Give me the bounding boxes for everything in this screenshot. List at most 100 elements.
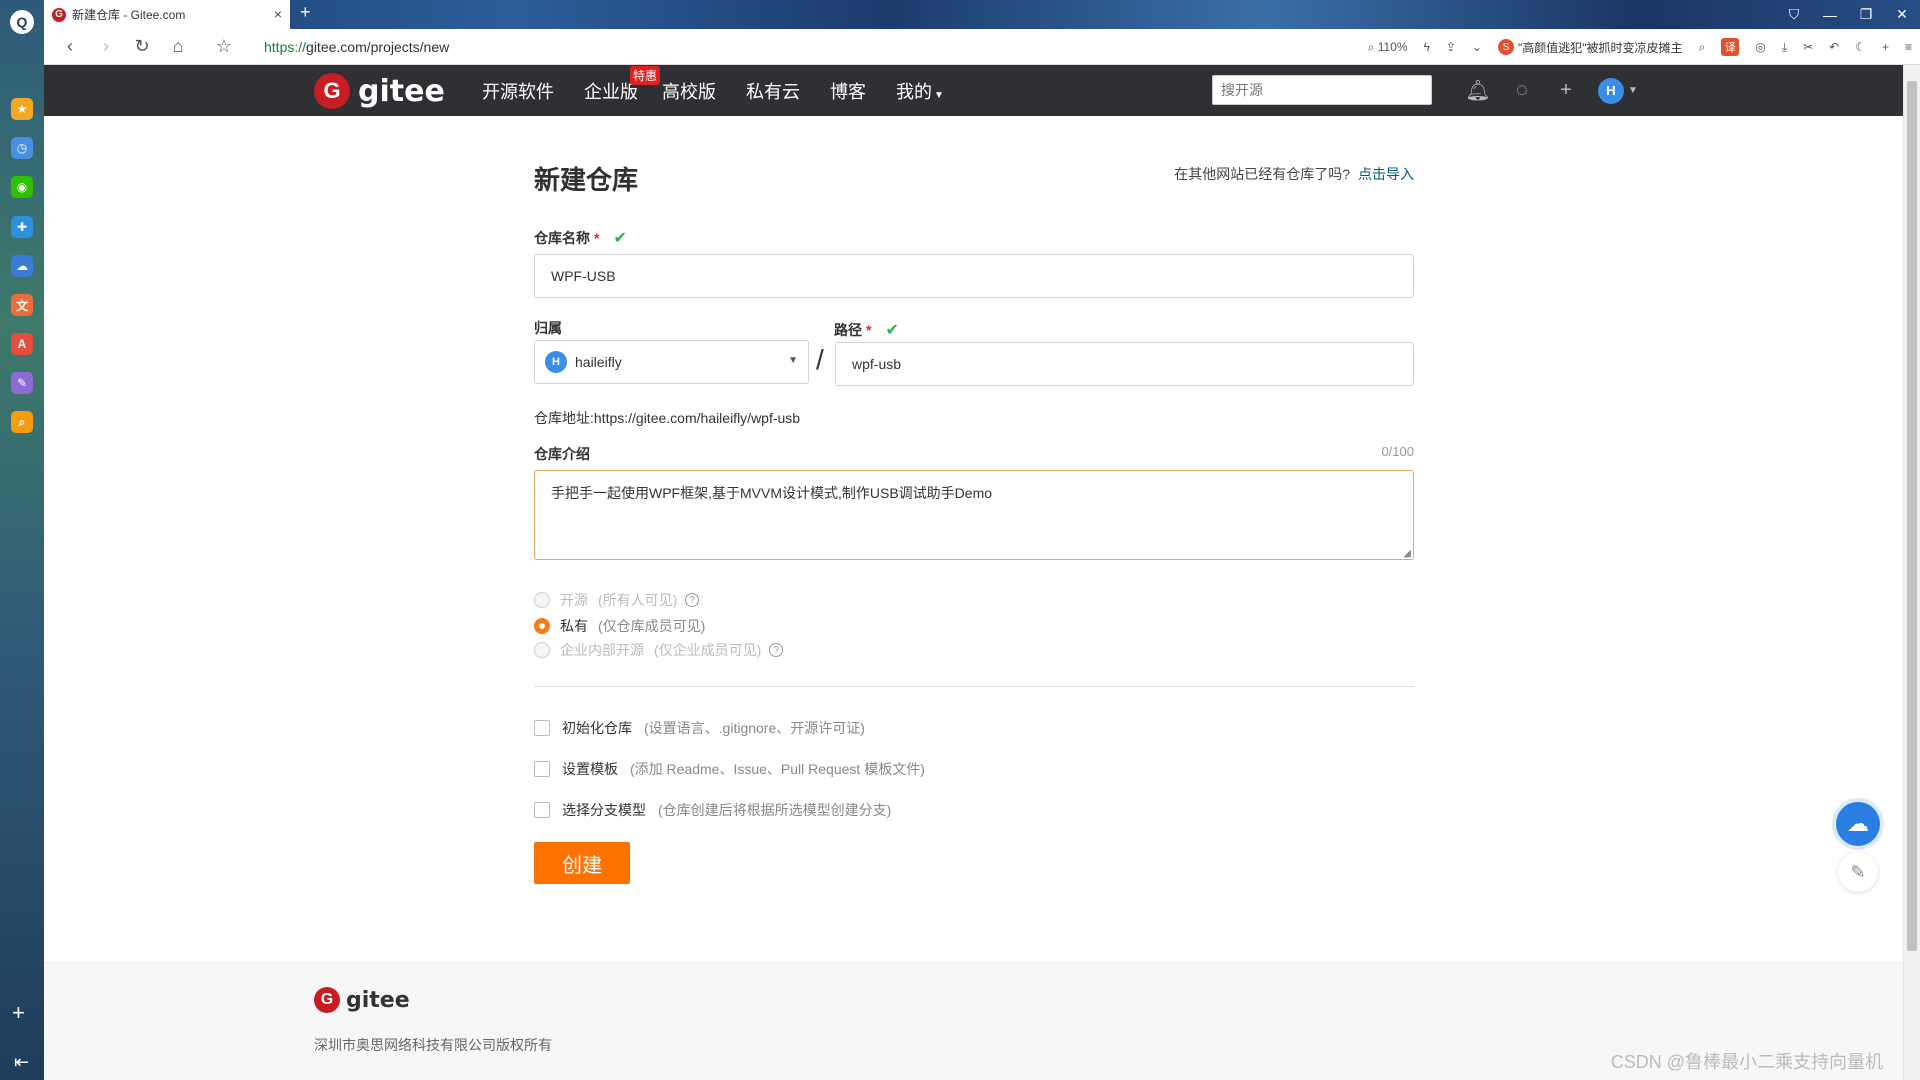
download-icon[interactable]: ⤓ xyxy=(1782,40,1787,55)
radio-private-note: (仅仓库成员可见) xyxy=(598,618,706,634)
description-label-row: 仓库介绍 0/100 xyxy=(534,444,1414,464)
repo-name-label-text: 仓库名称 xyxy=(534,230,590,246)
checkbox-branch-model[interactable] xyxy=(534,802,550,818)
history-icon[interactable]: ◷ xyxy=(11,137,33,159)
new-tab-icon[interactable]: + xyxy=(300,2,311,23)
owner-avatar: H xyxy=(545,351,567,373)
nav-enterprise[interactable]: 企业版 特惠 xyxy=(584,65,660,104)
add-sidebar-item-icon[interactable]: + xyxy=(12,1000,25,1026)
avatar-caret-icon[interactable]: ▼ xyxy=(1628,85,1638,96)
main-nav: 开源软件 企业版 特惠 高校版 私有云 博客 我的 ▼ xyxy=(482,65,974,116)
repo-name-input[interactable] xyxy=(534,254,1414,298)
wechat-icon[interactable]: ◉ xyxy=(11,176,33,198)
undo-icon[interactable]: ↶ xyxy=(1829,40,1839,54)
check-icon: ✔ xyxy=(613,230,627,247)
menu-icon[interactable]: ≡ xyxy=(1905,40,1912,54)
checkbox-template[interactable] xyxy=(534,761,550,777)
description-text: 手把手一起使用WPF框架,基于MVVM设计模式,制作USB调试助手Demo xyxy=(551,485,993,501)
news-ticker[interactable]: "高颜值逃犯"被抓时变凉皮摊主 xyxy=(1518,39,1683,56)
nav-education[interactable]: 高校版 xyxy=(662,78,716,104)
close-window-icon[interactable]: ✕ xyxy=(1884,0,1920,29)
add-icon[interactable]: + xyxy=(1882,40,1889,54)
gitee-logo[interactable]: G gitee xyxy=(314,73,445,109)
option-branch-model-label: 选择分支模型 xyxy=(562,802,646,818)
minimize-icon[interactable]: — xyxy=(1812,0,1848,29)
dropdown-arrow-icon: ▼ xyxy=(788,355,798,366)
option-init-repo[interactable]: 初始化仓库 (设置语言、.gitignore、开源许可证) xyxy=(534,718,865,738)
gitee-logo-icon: G xyxy=(314,73,350,109)
nav-mine[interactable]: 我的 ▼ xyxy=(896,78,944,104)
owner-select[interactable]: H haileifly ▼ xyxy=(534,340,809,384)
lightning-icon[interactable]: ϟ xyxy=(1424,40,1430,54)
nav-opensource[interactable]: 开源软件 xyxy=(482,78,554,104)
collapse-sidebar-icon[interactable]: ⇤ xyxy=(14,1052,29,1073)
back-icon[interactable]: ‹ xyxy=(52,36,88,57)
customer-service-icon[interactable]: ☁ xyxy=(1836,802,1880,846)
reload-icon[interactable]: ↻ xyxy=(124,36,160,57)
share-icon[interactable]: ⇪ xyxy=(1446,40,1456,54)
scroll-thumb[interactable] xyxy=(1907,81,1917,951)
path-input[interactable] xyxy=(835,342,1414,386)
required-mark: * xyxy=(594,230,600,246)
home-icon[interactable]: ⌂ xyxy=(160,36,196,57)
forward-icon[interactable]: › xyxy=(88,36,124,57)
site-search-input[interactable] xyxy=(1212,75,1432,105)
pdf-icon[interactable]: A xyxy=(11,333,33,355)
visibility-private[interactable]: 私有 (仅仓库成员可见) xyxy=(534,616,705,636)
shirt-icon[interactable]: ⛉ xyxy=(1776,0,1812,29)
description-counter: 0/100 xyxy=(1381,444,1414,459)
page-scrollbar[interactable] xyxy=(1903,65,1920,1080)
resize-handle-icon[interactable]: ◢ xyxy=(1403,548,1411,559)
gitee-logo-icon: G xyxy=(314,987,340,1013)
radio-public[interactable] xyxy=(534,592,550,608)
radio-public-label: 开源 xyxy=(560,592,588,608)
option-template[interactable]: 设置模板 (添加 Readme、Issue、Pull Request 模板文件) xyxy=(534,759,925,779)
close-tab-icon[interactable]: × xyxy=(274,6,282,22)
restore-icon[interactable]: ❐ xyxy=(1848,0,1884,29)
footer-logo[interactable]: G gitee xyxy=(314,987,410,1013)
cloud-icon[interactable]: ☁ xyxy=(11,255,33,277)
copyright: 深圳市奥思网络科技有限公司版权所有 xyxy=(314,1037,552,1053)
plus-icon[interactable]: + xyxy=(1544,79,1588,102)
favorites-icon[interactable]: ★ xyxy=(11,98,33,120)
search-engine-selector[interactable]: S "高颜值逃犯"被抓时变凉皮摊主 xyxy=(1498,39,1683,56)
radio-private[interactable] xyxy=(534,618,550,634)
radio-public-note: (所有人可见) xyxy=(598,592,678,608)
eye-icon[interactable]: ◎ xyxy=(1755,40,1765,54)
description-textarea[interactable]: 手把手一起使用WPF框架,基于MVVM设计模式,制作USB调试助手Demo ◢ xyxy=(534,470,1414,560)
create-button[interactable]: 创建 xyxy=(534,842,630,884)
bell-icon[interactable]: 🔔︎ xyxy=(1456,78,1500,103)
import-link[interactable]: 点击导入 xyxy=(1358,166,1414,182)
night-mode-icon[interactable]: ☾ xyxy=(1855,40,1866,54)
help-icon[interactable]: ? xyxy=(769,643,784,657)
caret-down-icon: ▼ xyxy=(934,89,944,101)
bookmark-star-icon[interactable]: ☆ xyxy=(206,36,242,57)
translate-badge[interactable]: 译 xyxy=(1721,38,1740,56)
nav-blog[interactable]: 博客 xyxy=(830,78,866,104)
zoom-indicator[interactable]: ⌕ 110% xyxy=(1368,40,1408,55)
divider xyxy=(534,686,1414,687)
visibility-internal[interactable]: 企业内部开源 (仅企业成员可见) ? xyxy=(534,640,784,660)
url-field[interactable]: https://gitee.com/projects/new xyxy=(264,39,1164,55)
lightbulb-icon[interactable]: ◌ xyxy=(1500,79,1544,102)
option-branch-model[interactable]: 选择分支模型 (仓库创建后将根据所选模型创建分支) xyxy=(534,800,891,820)
feedback-edit-icon[interactable]: ✎ xyxy=(1838,852,1878,892)
translate-icon[interactable]: 文 xyxy=(11,294,33,316)
search-icon[interactable]: ⌕ xyxy=(1699,40,1706,55)
app-icon[interactable]: ✚ xyxy=(11,216,33,238)
help-icon[interactable]: ? xyxy=(685,593,700,607)
search-app-icon[interactable]: ⌕ xyxy=(11,411,33,433)
browser-logo-icon[interactable]: Q xyxy=(10,10,34,34)
radio-internal[interactable] xyxy=(534,642,550,658)
option-branch-model-note: (仓库创建后将根据所选模型创建分支) xyxy=(658,802,892,818)
checkbox-init-repo[interactable] xyxy=(534,720,550,736)
dropdown-icon[interactable]: ⌄ xyxy=(1472,40,1482,54)
scissors-icon[interactable]: ✂ xyxy=(1803,40,1813,54)
visibility-public[interactable]: 开源 (所有人可见) ? xyxy=(534,590,700,610)
nav-private-cloud[interactable]: 私有云 xyxy=(746,78,800,104)
avatar[interactable]: H xyxy=(1598,77,1624,104)
zoom-icon: ⌕ xyxy=(1367,39,1375,54)
import-tip: 在其他网站已经有仓库了吗? 点击导入 xyxy=(1174,164,1414,184)
browser-tab-active[interactable]: G 新建仓库 - Gitee.com × xyxy=(44,0,290,29)
notes-icon[interactable]: ✎ xyxy=(11,372,33,394)
